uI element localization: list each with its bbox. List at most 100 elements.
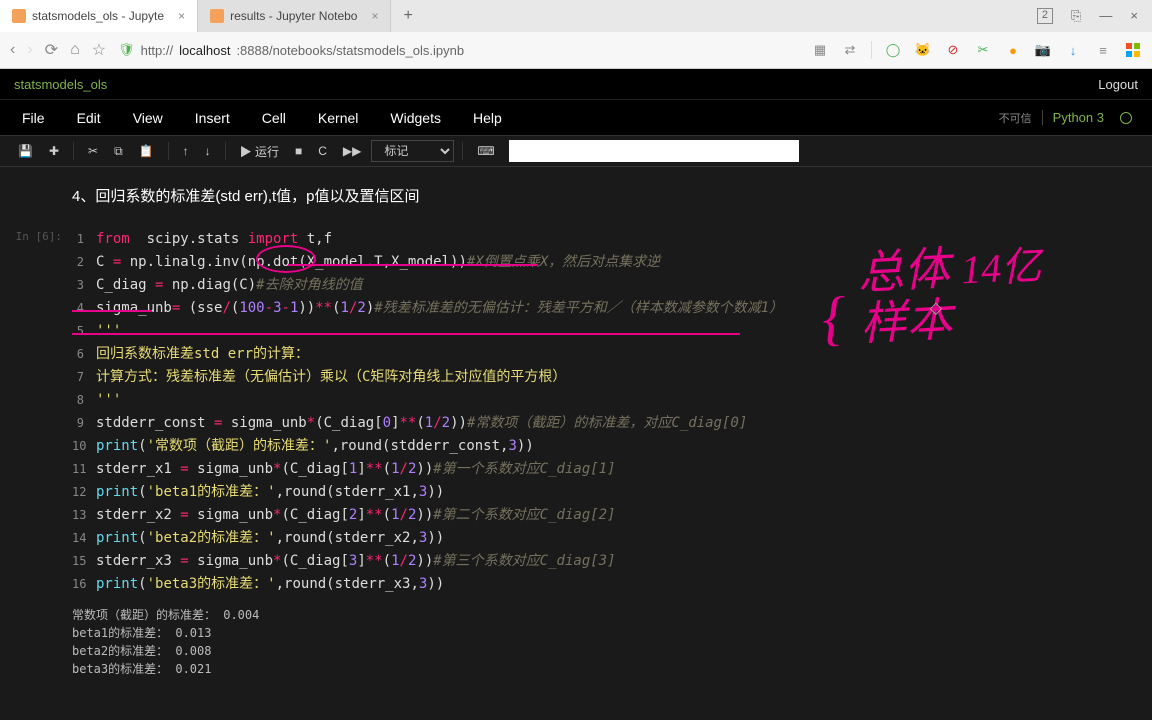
jupyter-icon	[12, 9, 26, 23]
menu-icon[interactable]: ≡	[1094, 41, 1112, 59]
code-line[interactable]: 4sigma_unb= (sse/(100-3-1))**(1/2)#残差标准差…	[72, 297, 1140, 320]
home-icon[interactable]: ⌂	[70, 41, 80, 59]
code-line[interactable]: 6回归系数标准差std err的计算：	[72, 343, 1140, 366]
command-palette-button[interactable]: ⌨	[471, 141, 500, 161]
bookmark-icon[interactable]: ☆	[92, 40, 106, 60]
code-line[interactable]: 5'''	[72, 320, 1140, 343]
close-window-icon[interactable]: ×	[1130, 8, 1138, 24]
code-text: sigma_unb= (sse/(100-3-1))**(1/2)#残差标准差的…	[96, 297, 783, 320]
ext4-icon[interactable]: ●	[1004, 41, 1022, 59]
tab-active[interactable]: statsmodels_ols - Jupyte ×	[0, 0, 198, 32]
lineno: 9	[72, 412, 96, 435]
ext5-icon[interactable]: 📷	[1034, 41, 1052, 59]
url-prefix: http://	[141, 43, 174, 58]
menu-cell[interactable]: Cell	[248, 104, 300, 132]
menu-widgets[interactable]: Widgets	[376, 104, 455, 132]
code-text: print('beta1的标准差：',round(stderr_x1,3))	[96, 481, 444, 504]
lineno: 8	[72, 389, 96, 412]
save-button[interactable]: 💾	[12, 141, 39, 161]
code-line[interactable]: 11stderr_x1 = sigma_unb*(C_diag[1]**(1/2…	[72, 458, 1140, 481]
logout-button[interactable]: Logout	[1098, 77, 1138, 92]
download-icon[interactable]: ↓	[1064, 41, 1082, 59]
heading-text: 4、回归系数的标准差(std err),t值，p值以及置信区间	[72, 171, 1140, 220]
ext1-icon[interactable]: ◯	[884, 41, 902, 59]
celltype-select[interactable]: 标记	[371, 140, 454, 162]
code-line[interactable]: 12print('beta1的标准差：',round(stderr_x1,3))	[72, 481, 1140, 504]
close-icon[interactable]: ×	[178, 9, 185, 23]
close-icon[interactable]: ×	[371, 9, 378, 23]
code-text: stderr_x3 = sigma_unb*(C_diag[3]**(1/2))…	[96, 550, 616, 573]
toolbar-input[interactable]	[509, 140, 799, 162]
paste-button[interactable]: 📋	[133, 141, 160, 161]
code-line[interactable]: 9stdderr_const = sigma_unb*(C_diag[0]**(…	[72, 412, 1140, 435]
run-button[interactable]: ▶ 运行	[234, 140, 285, 163]
lineno: 7	[72, 366, 96, 389]
code-text: print('beta2的标准差：',round(stderr_x2,3))	[96, 527, 444, 550]
notebook-title[interactable]: statsmodels_ols	[14, 77, 107, 92]
url-host: localhost	[179, 43, 230, 58]
menu-insert[interactable]: Insert	[181, 104, 244, 132]
ext2-icon[interactable]: 🐱	[914, 41, 932, 59]
code-line[interactable]: 16print('beta3的标准差：',round(stderr_x3,3))	[72, 573, 1140, 596]
stop-button[interactable]: ■	[289, 141, 308, 161]
url-field[interactable]: 🛡 http://localhost:8888/notebooks/statsm…	[118, 42, 799, 58]
code-text: 回归系数标准差std err的计算：	[96, 343, 309, 366]
code-line[interactable]: 15stderr_x3 = sigma_unb*(C_diag[3]**(1/2…	[72, 550, 1140, 573]
code-line[interactable]: 13stderr_x2 = sigma_unb*(C_diag[2]**(1/2…	[72, 504, 1140, 527]
lineno: 14	[72, 527, 96, 550]
browser-chrome: statsmodels_ols - Jupyte × results - Jup…	[0, 0, 1152, 69]
grid-icon[interactable]	[1124, 41, 1142, 59]
window-badge: 2	[1037, 8, 1053, 24]
code-line[interactable]: 14print('beta2的标准差：',round(stderr_x2,3))	[72, 527, 1140, 550]
translate-icon[interactable]: ⇄	[841, 41, 859, 59]
url-path: :8888/notebooks/statsmodels_ols.ipynb	[236, 43, 464, 58]
menu-help[interactable]: Help	[459, 104, 516, 132]
extension-icons: ▦ ⇄ ◯ 🐱 ⊘ ✂ ● 📷 ↓ ≡	[811, 41, 1142, 59]
code-line[interactable]: 8'''	[72, 389, 1140, 412]
cut-button[interactable]: ✂	[82, 141, 104, 161]
ext3-icon[interactable]: ⊘	[944, 41, 962, 59]
menu-kernel[interactable]: Kernel	[304, 104, 372, 132]
code-line[interactable]: 10print('常数项（截距）的标准差：',round(stdderr_con…	[72, 435, 1140, 458]
lineno: 11	[72, 458, 96, 481]
back-icon[interactable]: ‹	[10, 41, 15, 59]
minimize-icon[interactable]: —	[1099, 8, 1112, 24]
qr-icon[interactable]: ▦	[811, 41, 829, 59]
code-line[interactable]: 2C = np.linalg.inv(np.dot(X_model.T,X_mo…	[72, 251, 1140, 274]
lineno: 5	[72, 320, 96, 343]
code-line[interactable]: 1from scipy.stats import t,f	[72, 228, 1140, 251]
menu-file[interactable]: File	[8, 104, 59, 132]
restart-button[interactable]: C	[312, 141, 333, 161]
trust-label[interactable]: 不可信	[999, 110, 1032, 126]
lineno: 6	[72, 343, 96, 366]
menu-edit[interactable]: Edit	[63, 104, 115, 132]
kernel-name[interactable]: Python 3	[1042, 110, 1104, 125]
move-down-button[interactable]: ↓	[199, 141, 217, 161]
new-tab-button[interactable]: +	[391, 7, 424, 25]
lineno: 13	[72, 504, 96, 527]
markdown-cell[interactable]: 4、回归系数的标准差(std err),t值，p值以及置信区间	[0, 167, 1152, 224]
tab-label: statsmodels_ols - Jupyte	[32, 9, 164, 23]
cell-output: 常数项（截距）的标准差： 0.004 beta1的标准差： 0.013 beta…	[72, 596, 1140, 694]
code-editor[interactable]: 1from scipy.stats import t,f2C = np.lina…	[72, 228, 1140, 596]
code-text: stderr_x2 = sigma_unb*(C_diag[2]**(1/2))…	[96, 504, 616, 527]
code-line[interactable]: 3C_diag = np.diag(C)#去除对角线的值	[72, 274, 1140, 297]
lineno: 15	[72, 550, 96, 573]
add-cell-button[interactable]: ✚	[43, 141, 65, 161]
forward-icon[interactable]: ›	[27, 41, 32, 59]
menu-view[interactable]: View	[119, 104, 177, 132]
code-cell[interactable]: In [6]: 1from scipy.stats import t,f2C =…	[0, 224, 1152, 698]
jupyter-menubar: File Edit View Insert Cell Kernel Widget…	[0, 99, 1152, 135]
forward-button[interactable]: ▶▶	[337, 141, 367, 161]
copy-button[interactable]: ⧉	[108, 141, 129, 162]
move-up-button[interactable]: ↑	[177, 141, 195, 161]
code-text: '''	[96, 389, 121, 412]
scissors-icon[interactable]: ✂	[974, 41, 992, 59]
tab-inactive[interactable]: results - Jupyter Notebo ×	[198, 0, 391, 32]
lineno: 4	[72, 297, 96, 320]
jupyter-icon	[210, 9, 224, 23]
extensions-icon[interactable]: ⎘	[1071, 8, 1081, 24]
reload-icon[interactable]: ⟳	[45, 40, 58, 60]
code-text: stdderr_const = sigma_unb*(C_diag[0]**(1…	[96, 412, 747, 435]
code-line[interactable]: 7计算方式：残差标准差（无偏估计）乘以（C矩阵对角线上对应值的平方根）	[72, 366, 1140, 389]
